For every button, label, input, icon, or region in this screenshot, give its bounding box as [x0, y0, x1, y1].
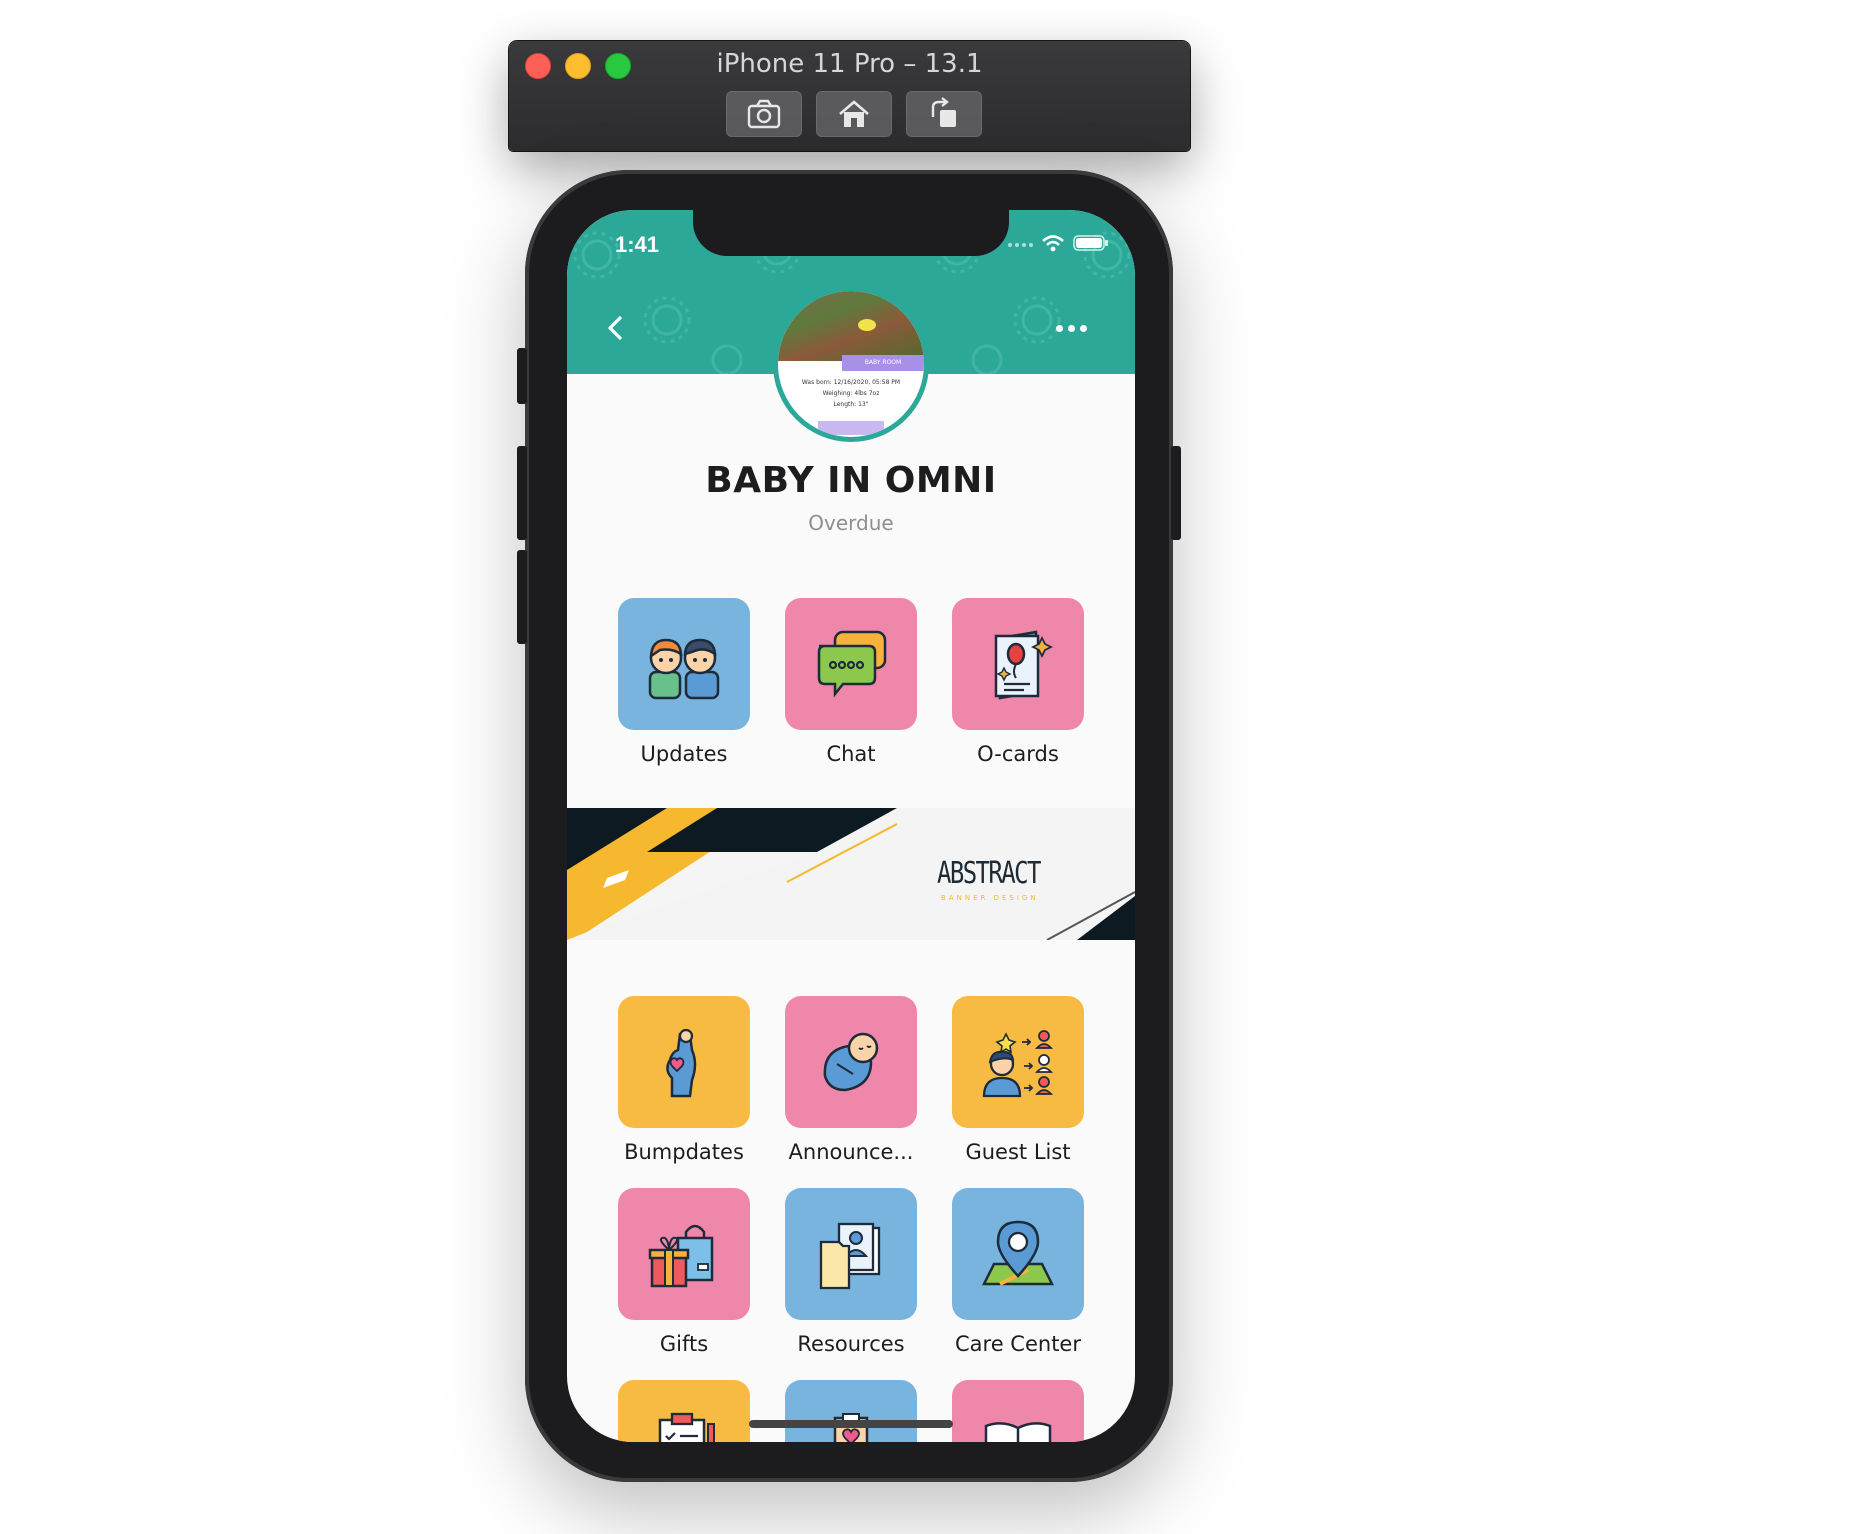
tile-label-chat: Chat: [826, 742, 876, 766]
tile-checklist[interactable]: [618, 1380, 750, 1442]
tile-announcements[interactable]: [785, 996, 917, 1128]
banner-graphic: [567, 808, 1135, 940]
avatar-footer: [818, 421, 884, 435]
rotate-button[interactable]: [906, 91, 982, 137]
tile-o-cards[interactable]: [952, 598, 1084, 730]
card-icon: [994, 630, 1054, 700]
tile-label-resources: Resources: [797, 1332, 905, 1356]
banner-subtitle: BANNER DESIGN: [941, 894, 1039, 902]
home-indicator[interactable]: [749, 1420, 953, 1428]
avatar-detail-line: Weighing: 4lbs 7oz: [822, 390, 880, 397]
documents-icon: [819, 1222, 881, 1290]
tile-label-updates: Updates: [640, 742, 728, 766]
tile-guest-list[interactable]: [952, 996, 1084, 1128]
home-button[interactable]: [816, 91, 892, 137]
tile-label-bumpdates: Bumpdates: [624, 1140, 744, 1164]
back-button[interactable]: [597, 310, 633, 346]
avatar-detail-line: Length: 13": [833, 401, 869, 408]
tile-bumpdates[interactable]: [618, 996, 750, 1128]
promo-banner[interactable]: ABSTRACT BANNER DESIGN: [567, 808, 1135, 940]
battery-icon: [1073, 235, 1108, 251]
avatar-photo: [778, 291, 924, 361]
checklist-icon: [658, 1412, 715, 1442]
family-icon: [648, 638, 720, 700]
pregnant-icon: [666, 1028, 697, 1098]
tile-care-center[interactable]: [952, 1188, 1084, 1320]
profile-name: BABY IN OMNI: [705, 460, 997, 501]
phone-screen: 1:41 BABY ROOM Was born: 12/16/2020, 05:…: [567, 210, 1135, 1442]
tile-label-care-center: Care Center: [955, 1332, 1081, 1356]
tile-label-announcements: Announce...: [788, 1140, 914, 1164]
mute-switch: [517, 348, 527, 404]
gift-icon: [648, 1224, 714, 1288]
avatar-caption: BABY ROOM: [842, 355, 924, 371]
tile-updates[interactable]: [618, 598, 750, 730]
screenshot-icon: [747, 99, 781, 129]
tile-book[interactable]: [952, 1380, 1084, 1442]
simulator-title: iPhone 11 Pro – 13.1: [716, 49, 983, 79]
tile-clipboard[interactable]: [785, 1380, 917, 1442]
wifi-icon: [1042, 235, 1064, 252]
tile-chat[interactable]: [785, 598, 917, 730]
chevron-left-icon: [608, 316, 622, 340]
status-icons: [1007, 234, 1109, 252]
rotate-icon: [931, 97, 956, 127]
book-icon: [984, 1422, 1052, 1442]
tile-label-gifts: Gifts: [659, 1332, 709, 1356]
map-pin-icon: [981, 1220, 1055, 1286]
tile-label-guest-list: Guest List: [965, 1140, 1071, 1164]
screenshot-button[interactable]: [726, 91, 802, 137]
volume-down-button: [517, 550, 527, 644]
profile-avatar[interactable]: BABY ROOM Was born: 12/16/2020, 05:58 PM…: [773, 286, 929, 442]
avatar-details: Was born: 12/16/2020, 05:58 PM Weighing:…: [778, 377, 924, 410]
signal-icon: [1008, 243, 1033, 247]
status-time: 1:41: [615, 232, 660, 257]
profile-status: Overdue: [808, 511, 894, 535]
volume-up-button: [517, 446, 527, 540]
simulator-window-bar: iPhone 11 Pro – 13.1: [509, 41, 1190, 151]
avatar-detail-line: Was born: 12/16/2020, 05:58 PM: [801, 379, 901, 386]
power-button: [1171, 446, 1181, 540]
home-icon: [839, 100, 869, 127]
guests-icon: [982, 1030, 1053, 1098]
more-icon: [1055, 324, 1087, 332]
baby-icon: [823, 1032, 879, 1092]
chat-icon: [817, 630, 887, 698]
device-notch: [693, 210, 1009, 256]
tile-resources[interactable]: [785, 1188, 917, 1320]
tile-label-o-cards: O-cards: [977, 742, 1059, 766]
tile-gifts[interactable]: [618, 1188, 750, 1320]
banner-title: ABSTRACT: [937, 856, 1041, 891]
more-options-button[interactable]: [1051, 314, 1091, 342]
avatar-flower: [858, 319, 876, 331]
